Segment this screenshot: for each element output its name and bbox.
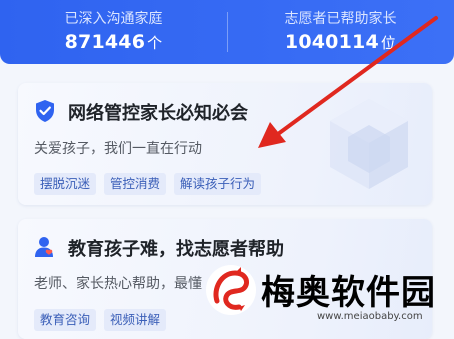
volunteer-person-icon [35, 237, 53, 257]
stat-parents-unit: 位 [380, 34, 397, 52]
stat-families-number: 871446 [64, 31, 146, 53]
stat-families-label: 已深入沟通家庭 [64, 11, 163, 27]
watermark: 梅奥软件园 www.meiaobaby.com [205, 259, 445, 329]
card-subtitle: 老师、家长热心帮助，最懂 [34, 276, 202, 292]
stat-families-unit: 个 [147, 34, 163, 52]
stat-parents-number: 1040114 [284, 31, 379, 53]
tag-video-lecture[interactable]: 视频讲解 [104, 309, 167, 331]
stats-banner: 已深入沟通家庭 871446 个 志愿者已帮助家长 1040114 位 [0, 0, 454, 64]
tag-list: 教育咨询 视频讲解 [34, 309, 167, 331]
watermark-url: www.meiaobaby.com [317, 311, 423, 322]
tag-quit-addiction[interactable]: 摆脱沉迷 [34, 173, 97, 195]
cube-decoration-icon [330, 99, 408, 189]
tag-education-consult[interactable]: 教育咨询 [34, 309, 97, 331]
card-internet-control[interactable]: 网络管控家长必知必会 关爱孩子，我们一直在行动 摆脱沉迷 管控消费 解读孩子行为 [18, 83, 432, 205]
tag-child-behavior[interactable]: 解读孩子行为 [174, 173, 262, 195]
dragon-logo-icon [206, 265, 256, 315]
card-title: 网络管控家长必知必会 [68, 103, 248, 124]
stat-parents-label: 志愿者已帮助家长 [284, 11, 397, 27]
stat-families-value: 871446 个 [0, 31, 227, 53]
card-title: 教育孩子难，找志愿者帮助 [68, 239, 284, 260]
tag-list: 摆脱沉迷 管控消费 解读孩子行为 [34, 173, 262, 195]
stat-parents-value: 1040114 位 [227, 31, 454, 53]
tag-control-spending[interactable]: 管控消费 [104, 173, 167, 195]
shield-check-icon [36, 100, 54, 122]
card-subtitle: 关爱孩子，我们一直在行动 [34, 141, 202, 157]
watermark-name: 梅奥软件园 [261, 273, 436, 313]
